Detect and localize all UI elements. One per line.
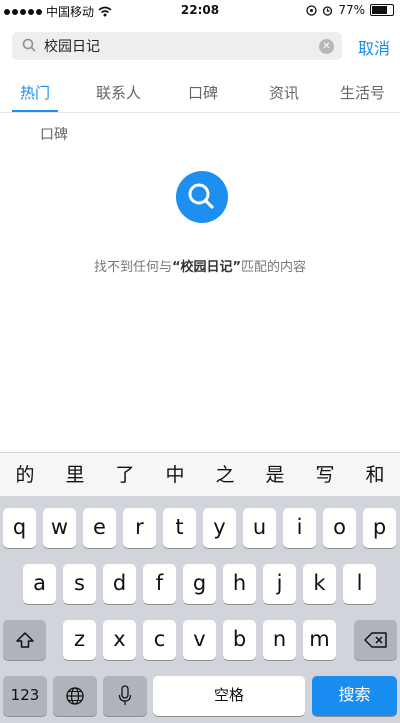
dictation-key[interactable] <box>103 676 147 716</box>
candidate-word[interactable]: 了 <box>100 453 150 497</box>
category-tabs: 热门 联系人 口碑 资讯 生活号 <box>0 72 400 113</box>
battery-icon <box>370 4 394 16</box>
key-o[interactable]: o <box>323 508 356 548</box>
candidate-word[interactable]: 是 <box>250 453 300 497</box>
key-t[interactable]: t <box>163 508 196 548</box>
section-label: 口碑 <box>40 127 68 143</box>
key-f[interactable]: f <box>143 564 176 604</box>
key-v[interactable]: v <box>183 620 216 660</box>
key-q[interactable]: q <box>3 508 36 548</box>
microphone-icon <box>118 685 132 705</box>
backspace-icon <box>363 632 387 648</box>
key-z[interactable]: z <box>63 620 96 660</box>
key-k[interactable]: k <box>303 564 336 604</box>
key-c[interactable]: c <box>143 620 176 660</box>
battery-percent: 77% <box>338 3 365 17</box>
tab-lifestyle[interactable]: 生活号 <box>340 82 385 103</box>
candidate-word[interactable]: 写 <box>300 453 350 497</box>
key-p[interactable]: p <box>363 508 396 548</box>
status-bar: 中国移动 22:08 77% <box>0 0 400 22</box>
search-bar[interactable]: ✕ <box>12 32 342 60</box>
tab-hot[interactable]: 热门 <box>20 82 50 103</box>
key-u[interactable]: u <box>243 508 276 548</box>
space-key[interactable]: 空格 <box>153 676 305 716</box>
shift-icon <box>15 632 34 648</box>
keyboard: q w e r t y u i o p a s d f g h j k l z … <box>0 496 400 723</box>
empty-message: 找不到任何与“校园日记”匹配的内容 <box>0 256 400 275</box>
tab-news[interactable]: 资讯 <box>269 82 299 103</box>
clear-icon[interactable]: ✕ <box>319 39 334 54</box>
tab-reviews[interactable]: 口碑 <box>188 82 218 103</box>
search-icon <box>22 38 36 52</box>
key-i[interactable]: i <box>283 508 316 548</box>
shift-key[interactable] <box>3 620 46 660</box>
search-key[interactable]: 搜索 <box>312 676 397 716</box>
candidate-word[interactable]: 中 <box>150 453 200 497</box>
tab-contacts[interactable]: 联系人 <box>96 82 141 103</box>
candidate-bar: 的 里 了 中 之 是 写 和 <box>0 452 400 497</box>
numbers-key[interactable]: 123 <box>3 676 47 716</box>
key-d[interactable]: d <box>103 564 136 604</box>
empty-search-icon <box>176 171 228 223</box>
key-g[interactable]: g <box>183 564 216 604</box>
candidate-word[interactable]: 里 <box>50 453 100 497</box>
cancel-button[interactable]: 取消 <box>358 35 390 59</box>
delete-key[interactable] <box>354 620 397 660</box>
empty-message-query: “校园日记” <box>171 260 242 275</box>
alarm-icon <box>323 5 333 16</box>
key-x[interactable]: x <box>103 620 136 660</box>
key-b[interactable]: b <box>223 620 256 660</box>
key-a[interactable]: a <box>23 564 56 604</box>
candidate-word[interactable]: 之 <box>200 453 250 497</box>
location-icon <box>306 4 317 16</box>
key-y[interactable]: y <box>203 508 236 548</box>
search-input[interactable] <box>44 36 314 56</box>
key-s[interactable]: s <box>63 564 96 604</box>
key-w[interactable]: w <box>43 508 76 548</box>
empty-message-suffix: 匹配的内容 <box>241 260 307 275</box>
globe-key[interactable] <box>53 676 97 716</box>
candidate-word[interactable]: 的 <box>0 453 50 497</box>
key-h[interactable]: h <box>223 564 256 604</box>
key-r[interactable]: r <box>123 508 156 548</box>
globe-icon <box>66 687 84 705</box>
key-j[interactable]: j <box>263 564 296 604</box>
key-n[interactable]: n <box>263 620 296 660</box>
active-tab-indicator <box>12 110 58 112</box>
key-m[interactable]: m <box>303 620 336 660</box>
key-e[interactable]: e <box>83 508 116 548</box>
empty-message-prefix: 找不到任何与 <box>93 260 172 275</box>
key-l[interactable]: l <box>343 564 376 604</box>
candidate-word[interactable]: 和 <box>350 453 400 497</box>
